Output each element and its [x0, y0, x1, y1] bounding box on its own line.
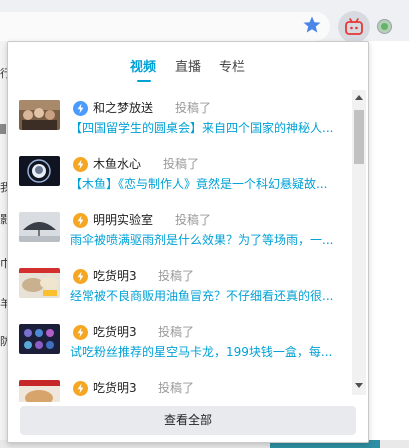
video-title-link[interactable]: 试吃粉丝推荐的星空马卡龙，199块钱一盒，每...: [70, 344, 340, 360]
video-title-link[interactable]: 【四国留学生的圆桌会】来自四个国家的神秘人...: [70, 120, 340, 136]
tab-articles[interactable]: 专栏: [219, 59, 245, 79]
star-icon[interactable]: [301, 14, 323, 36]
video-thumbnail[interactable]: [19, 380, 60, 402]
lightning-badge-icon: [73, 269, 88, 284]
list-item[interactable]: 吃货明3 投稿了 经常被不良商贩用油鱼冒充？不仔细看还真的很...: [8, 268, 353, 324]
video-thumbnail[interactable]: [19, 212, 60, 242]
lightning-badge-icon: [73, 381, 88, 396]
upload-action-label: 投稿了: [158, 269, 195, 283]
upload-action-label: 投稿了: [158, 381, 195, 395]
list-item[interactable]: 明明实验室 投稿了 雨伞被喷满驱雨剂是什么效果？为了等场雨，一...: [8, 212, 353, 268]
background-fragment: [0, 124, 6, 134]
video-title-link[interactable]: 【木鱼】《恋与制作人》竟然是一个科幻悬疑故...: [70, 176, 340, 192]
upload-action-label: 投稿了: [175, 213, 212, 227]
tab-videos[interactable]: 视频: [130, 59, 156, 79]
list-item[interactable]: 和之梦放送 投稿了 【四国留学生的圆桌会】来自四个国家的神秘人...: [8, 100, 353, 156]
video-thumbnail[interactable]: [19, 324, 60, 354]
uploader-name[interactable]: 吃货明3: [93, 324, 137, 340]
bilibili-tv-icon[interactable]: [344, 17, 364, 37]
video-title-link[interactable]: 雨伞被喷满驱雨剂是什么效果？为了等场雨，一...: [70, 232, 340, 248]
uploader-name[interactable]: 吃货明3: [93, 380, 137, 396]
tab-bar: 视频 直播 专栏: [8, 42, 368, 88]
list-item[interactable]: 吃货明3 投稿了: [8, 380, 353, 402]
lightning-badge-icon: [73, 101, 88, 116]
scroll-up-arrow-icon[interactable]: [355, 95, 363, 100]
upload-action-label: 投稿了: [163, 157, 200, 171]
lightning-badge-icon: [73, 325, 88, 340]
upload-action-label: 投稿了: [175, 101, 212, 115]
scroll-down-arrow-icon[interactable]: [355, 383, 363, 388]
tab-live[interactable]: 直播: [175, 59, 201, 79]
uploader-name[interactable]: 和之梦放送: [93, 100, 153, 116]
video-thumbnail[interactable]: [19, 100, 60, 130]
video-thumbnail[interactable]: [19, 156, 60, 186]
list-item[interactable]: 木鱼水心 投稿了 【木鱼】《恋与制作人》竟然是一个科幻悬疑故...: [8, 156, 353, 212]
video-thumbnail[interactable]: [19, 268, 60, 298]
lightning-badge-icon: [73, 157, 88, 172]
uploader-name[interactable]: 明明实验室: [93, 212, 153, 228]
extension-popup: 视频 直播 专栏 和之梦放送 投稿了 【四国留学生的圆桌会】来自四个国家的神秘人…: [7, 41, 369, 443]
green-dot-icon[interactable]: [377, 19, 392, 34]
view-all-button[interactable]: 查看全部: [20, 406, 356, 435]
feed-list[interactable]: 和之梦放送 投稿了 【四国留学生的圆桌会】来自四个国家的神秘人... 木鱼水心 …: [8, 88, 368, 402]
scrollbar[interactable]: [352, 90, 366, 395]
scrollbar-thumb[interactable]: [354, 110, 364, 164]
address-bar[interactable]: [0, 12, 330, 41]
browser-toolbar: [0, 0, 409, 43]
uploader-name[interactable]: 吃货明3: [93, 268, 137, 284]
upload-action-label: 投稿了: [158, 325, 195, 339]
list-item[interactable]: 吃货明3 投稿了 试吃粉丝推荐的星空马卡龙，199块钱一盒，每...: [8, 324, 353, 380]
lightning-badge-icon: [73, 213, 88, 228]
tab-active-indicator: [137, 80, 151, 82]
video-title-link[interactable]: 经常被不良商贩用油鱼冒充？不仔细看还真的很...: [70, 288, 340, 304]
uploader-name[interactable]: 木鱼水心: [93, 156, 141, 172]
